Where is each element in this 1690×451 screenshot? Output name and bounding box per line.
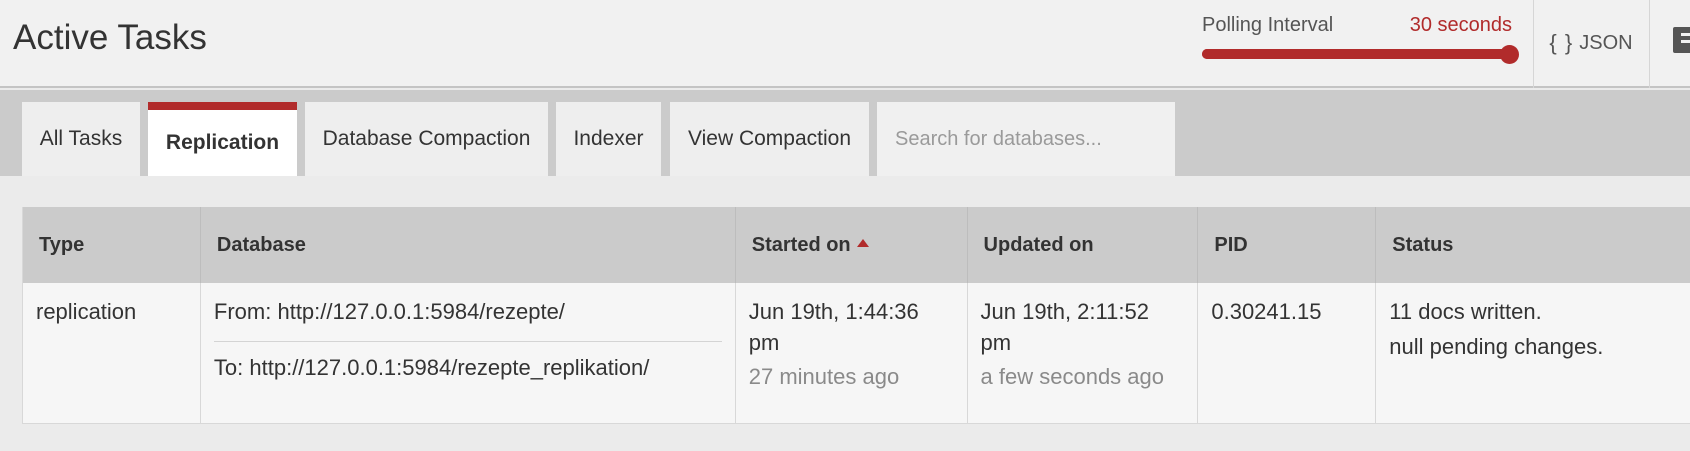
replication-source: From: http://127.0.0.1:5984/rezepte/ [213, 296, 722, 342]
task-pid: 0.30241.15 [1211, 299, 1322, 324]
database-search-input[interactable] [877, 102, 1175, 176]
column-header-label: PID [1214, 233, 1248, 256]
column-header-type[interactable]: Type [22, 207, 201, 283]
column-header-label: Started on [751, 233, 851, 256]
table-header-row: Type Database Started on Updated on PID … [22, 207, 1690, 283]
column-header-updated-on[interactable]: Updated on [967, 207, 1199, 283]
cell-started-on: Jun 19th, 1:44:36 pm 27 minutes ago [735, 283, 968, 424]
cell-type: replication [22, 283, 201, 424]
column-header-label: Database [216, 233, 306, 256]
tab-replication[interactable]: Replication [148, 102, 297, 176]
header-divider [1649, 0, 1650, 88]
slider-handle[interactable] [1500, 45, 1519, 64]
polling-interval-value: 30 seconds [1409, 14, 1512, 36]
cell-status: 11 docs written. null pending changes. [1375, 283, 1690, 424]
column-header-label: Status [1392, 233, 1454, 256]
tab-indexer[interactable]: Indexer [556, 102, 661, 176]
updated-on-date: Jun 19th, 2:11:52 pm [980, 299, 1149, 355]
status-pending-changes: null pending changes. [1389, 334, 1604, 359]
slider-fill [1202, 49, 1510, 59]
column-header-status[interactable]: Status [1375, 207, 1690, 283]
started-on-date: Jun 19th, 1:44:36 pm [748, 299, 919, 355]
tab-database-compaction[interactable]: Database Compaction [305, 102, 548, 176]
sort-ascending-icon [856, 239, 869, 248]
active-tasks-table-container: Type Database Started on Updated on PID … [22, 207, 1690, 424]
started-on-relative: 27 minutes ago [748, 364, 900, 389]
column-header-label: Updated on [983, 233, 1094, 256]
cell-database: From: http://127.0.0.1:5984/rezepte/ To:… [200, 283, 736, 424]
column-header-database[interactable]: Database [200, 207, 736, 283]
task-type-tabs: All Tasks Replication Database Compactio… [0, 90, 1690, 176]
polling-interval-control: Polling Interval 30 seconds [1202, 12, 1519, 72]
column-header-pid[interactable]: PID [1197, 207, 1377, 283]
column-header-label: Type [39, 233, 85, 256]
polling-interval-label: Polling Interval [1202, 14, 1334, 36]
json-button-label: JSON [1579, 31, 1633, 54]
column-header-started-on[interactable]: Started on [735, 207, 968, 283]
braces-icon: { } [1549, 30, 1574, 55]
polling-interval-slider[interactable] [1202, 49, 1510, 59]
book-icon[interactable] [1673, 27, 1690, 53]
json-button[interactable]: { } JSON [1534, 0, 1648, 86]
table-row: replication From: http://127.0.0.1:5984/… [22, 283, 1690, 424]
page-title: Active Tasks [13, 18, 207, 57]
cell-updated-on: Jun 19th, 2:11:52 pm a few seconds ago [967, 283, 1199, 424]
updated-on-relative: a few seconds ago [980, 364, 1165, 389]
tab-all-tasks[interactable]: All Tasks [22, 102, 140, 176]
task-type: replication [36, 299, 137, 324]
tab-view-compaction[interactable]: View Compaction [670, 102, 869, 176]
active-tasks-table: Type Database Started on Updated on PID … [22, 207, 1690, 424]
replication-target: To: http://127.0.0.1:5984/rezepte_replik… [213, 355, 650, 380]
cell-pid: 0.30241.15 [1197, 283, 1377, 424]
status-docs-written: 11 docs written. [1389, 299, 1542, 324]
header-bar: Active Tasks Polling Interval 30 seconds… [0, 0, 1690, 88]
